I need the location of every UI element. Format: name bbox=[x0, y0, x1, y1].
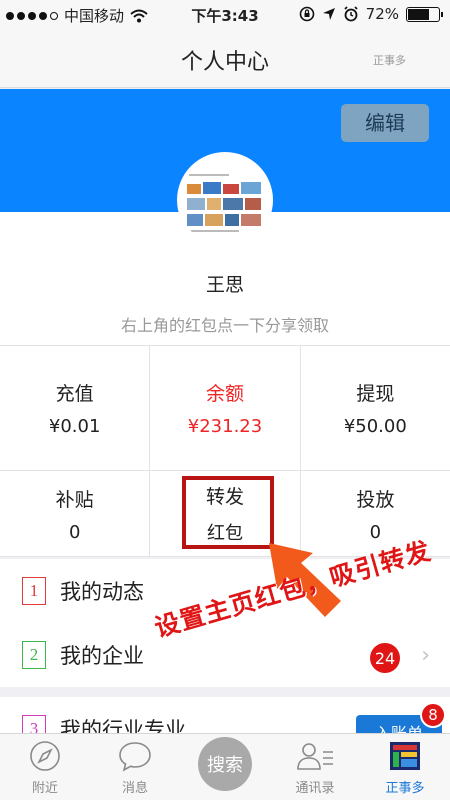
balance-value: ¥231.23 bbox=[187, 416, 263, 437]
balance-cell[interactable]: 余额 ¥231.23 bbox=[150, 346, 301, 470]
alarm-icon bbox=[344, 6, 358, 22]
withdraw-cell[interactable]: 提现 ¥50.00 bbox=[301, 346, 450, 470]
battery-percent: 72% bbox=[365, 5, 399, 23]
number-1-icon: 1 bbox=[22, 577, 46, 605]
tab-search[interactable]: 搜索 bbox=[180, 734, 270, 800]
tab-messages[interactable]: 消息 bbox=[90, 734, 180, 800]
number-2-icon: 2 bbox=[22, 641, 46, 669]
tab-nearby[interactable]: 附近 bbox=[0, 734, 90, 800]
search-circle: 搜索 bbox=[198, 737, 252, 791]
tab-label: 消息 bbox=[121, 781, 148, 796]
list-item-my-company[interactable]: 2 我的企业 24 › bbox=[0, 623, 450, 687]
battery-icon bbox=[406, 6, 443, 22]
chat-bubble-icon bbox=[119, 742, 151, 772]
app-logo-icon bbox=[390, 742, 420, 770]
profile-hint: 右上角的红包点一下分享领取 bbox=[120, 316, 329, 335]
username: 王思 bbox=[205, 274, 244, 296]
placement-label: 投放 bbox=[356, 488, 395, 511]
withdraw-value: ¥50.00 bbox=[343, 416, 407, 437]
section-divider bbox=[0, 687, 450, 697]
status-bar: 中国移动 下午3:43 72% bbox=[0, 0, 450, 30]
unread-count-badge: 24 bbox=[370, 643, 400, 673]
balance-label: 余额 bbox=[205, 383, 244, 405]
recharge-label: 充值 bbox=[55, 383, 94, 405]
subsidy-label: 补贴 bbox=[55, 488, 94, 511]
wallet-row: 充值 ¥0.01 余额 ¥231.23 提现 ¥50.00 bbox=[0, 346, 450, 471]
subsidy-value: 0 bbox=[68, 521, 81, 543]
placement-value: 0 bbox=[369, 521, 382, 543]
tab-label: 通讯录 bbox=[295, 781, 335, 796]
tab-label: 附近 bbox=[31, 781, 58, 796]
subsidy-cell[interactable]: 补贴 0 bbox=[0, 471, 151, 556]
recharge-cell[interactable]: 充值 ¥0.01 bbox=[0, 346, 151, 470]
bill-count-badge: 8 bbox=[420, 702, 446, 728]
list-item-label: 我的动态 bbox=[60, 580, 144, 604]
tab-contacts[interactable]: 通讯录 bbox=[270, 734, 360, 800]
location-arrow-icon bbox=[322, 8, 335, 20]
tab-bar: 附近 消息 搜索 通讯录 正事多 bbox=[0, 733, 450, 800]
list-item-label: 我的企业 bbox=[60, 644, 144, 668]
rotation-lock-icon bbox=[299, 6, 314, 22]
avatar-image bbox=[179, 154, 271, 246]
chevron-right-icon: › bbox=[421, 643, 430, 668]
brand-label: 正事多 bbox=[373, 54, 406, 67]
compass-icon bbox=[30, 741, 60, 771]
contacts-icon bbox=[297, 743, 333, 770]
navigation-bar: 个人中心 正事多 bbox=[0, 30, 450, 88]
tab-zhengshiduo[interactable]: 正事多 bbox=[360, 734, 450, 800]
edit-button[interactable]: 编辑 bbox=[341, 104, 429, 142]
avatar[interactable] bbox=[177, 152, 273, 248]
withdraw-label: 提现 bbox=[356, 383, 395, 405]
recharge-value: ¥0.01 bbox=[48, 416, 101, 437]
status-right: 72% bbox=[299, 5, 443, 23]
tab-label: 正事多 bbox=[385, 781, 425, 796]
